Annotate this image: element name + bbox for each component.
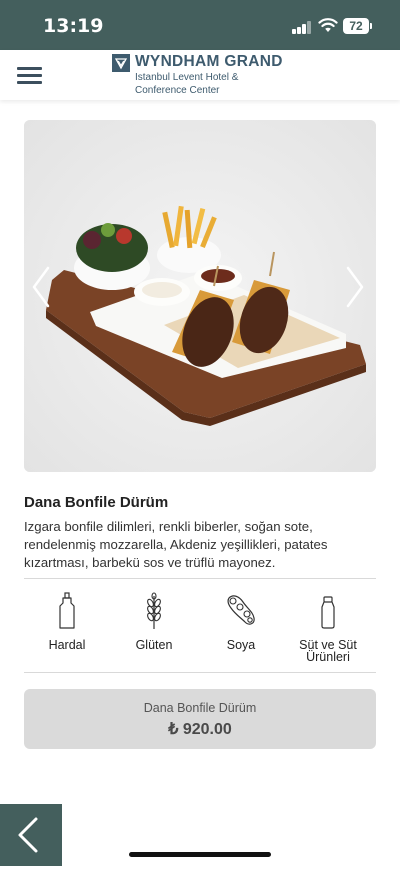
product-title: Dana Bonfile Dürüm <box>24 494 169 511</box>
battery-icon: 72 <box>343 18 369 34</box>
allergen-label: Glüten <box>135 638 173 652</box>
carousel-next-icon[interactable] <box>345 265 365 309</box>
allergen-label-line2: Ürünleri <box>306 650 350 664</box>
brand-name: WYNDHAM GRAND <box>135 53 283 70</box>
wyndham-emblem-icon <box>112 54 130 72</box>
status-bar: 13:19 72 <box>0 0 400 50</box>
mustard-bottle-icon <box>59 592 75 629</box>
divider-bottom <box>24 672 376 673</box>
wheat-icon <box>147 592 161 629</box>
hotel-subtitle-line2: Conference Center <box>135 84 220 96</box>
battery-level: 72 <box>349 19 363 33</box>
product-description: Izgara bonfile dilimleri, renkli biberle… <box>24 519 328 570</box>
allergen-mustard: Hardal <box>25 592 109 651</box>
allergen-soy: Soya <box>199 592 283 651</box>
dish-illustration <box>24 120 376 472</box>
status-time: 13:19 <box>43 15 104 37</box>
wifi-icon <box>318 18 338 32</box>
back-button[interactable] <box>0 804 62 866</box>
cellular-signal-icon <box>292 21 312 34</box>
price-value: ₺ 920.00 <box>168 721 232 738</box>
hotel-subtitle-line1: Istanbul Levent Hotel & <box>135 72 239 83</box>
milk-bottle-icon <box>321 596 335 629</box>
allergen-label: Hardal <box>48 638 86 652</box>
chevron-left-icon <box>18 817 38 853</box>
product-photo <box>24 120 376 472</box>
allergen-label: Soya <box>226 638 256 652</box>
carousel-prev-icon[interactable] <box>31 265 51 309</box>
hotel-subtitle: Istanbul Levent Hotel & Conference Cente… <box>135 72 238 97</box>
battery-tip <box>370 23 372 29</box>
allergen-gluten: Glüten <box>112 592 196 651</box>
allergen-dairy: Süt ve Süt Ürünleri <box>286 592 370 663</box>
divider-top <box>24 578 376 579</box>
soybean-icon <box>227 595 255 625</box>
allergen-label: Süt ve Süt Ürünleri <box>286 639 370 664</box>
app-header: WYNDHAM GRAND Istanbul Levent Hotel & Co… <box>0 50 400 100</box>
add-to-order-button[interactable]: Dana Bonfile Dürüm ₺ 920.00 <box>24 689 376 749</box>
hamburger-menu-icon[interactable] <box>17 67 42 84</box>
price-item-name: Dana Bonfile Dürüm <box>143 701 257 715</box>
home-indicator[interactable] <box>129 852 271 857</box>
